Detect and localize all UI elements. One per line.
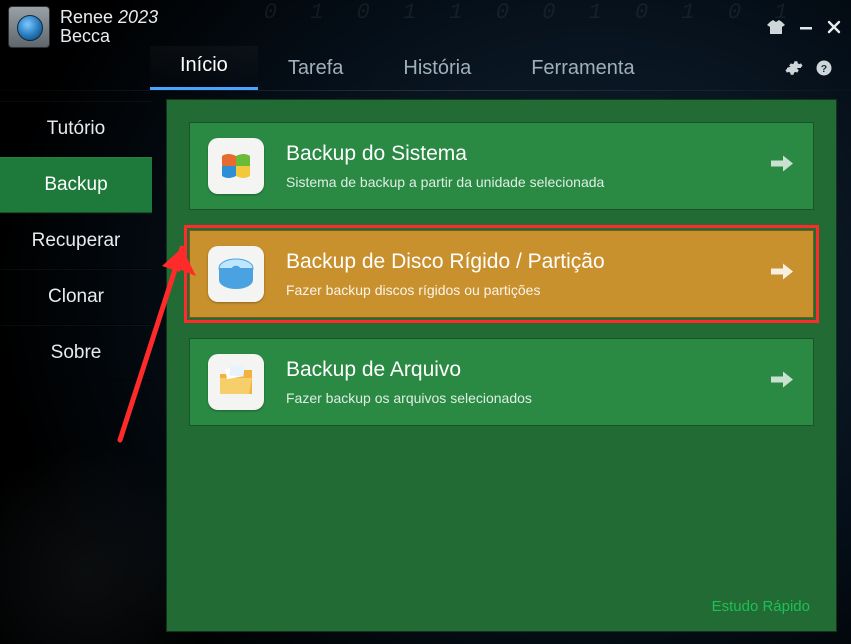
quick-study-link[interactable]: Estudo Rápido [708,592,814,617]
tab-ferramenta[interactable]: Ferramenta [501,49,664,90]
card-disk-title: Backup de Disco Rígido / Partição [286,250,605,274]
card-file-subtitle: Fazer backup os arquivos selecionados [286,390,532,406]
window-controls [767,20,841,34]
tab-tarefa[interactable]: Tarefa [258,49,374,90]
minimize-icon[interactable] [799,20,813,34]
sidebar: Tutório Backup Recuperar Clonar Sobre [0,91,152,644]
card-system-backup[interactable]: Backup do Sistema Sistema de backup a pa… [189,122,814,210]
body: Tutório Backup Recuperar Clonar Sobre [0,91,851,644]
help-icon[interactable]: ? [815,59,833,82]
sidebar-item-tutorio[interactable]: Tutório [0,101,152,157]
sidebar-item-recuperar[interactable]: Recuperar [0,213,152,269]
folder-icon [208,354,264,410]
app-title-sub: Becca [60,27,158,46]
card-system-title: Backup do Sistema [286,142,604,166]
app-window: 0 1 0 1 1 0 0 1 0 1 0 1 1 0 1 0 0 1 0 1 … [0,0,851,644]
close-icon[interactable] [827,20,841,34]
arrow-right-icon [771,155,793,178]
sidebar-item-clonar[interactable]: Clonar [0,269,152,325]
card-file-title: Backup de Arquivo [286,358,532,382]
tab-inicio[interactable]: Início [150,46,258,90]
main-panel: Backup do Sistema Sistema de backup a pa… [166,99,837,632]
sidebar-item-backup[interactable]: Backup [0,157,152,213]
hard-disk-icon [208,246,264,302]
card-disk-subtitle: Fazer backup discos rígidos ou partições [286,282,605,298]
app-title-prefix: Renee [60,7,118,27]
tab-historia[interactable]: História [373,49,501,90]
app-logo-icon [8,6,50,48]
gear-icon[interactable] [785,59,803,82]
windows-flag-icon [208,138,264,194]
arrow-right-icon [771,371,793,394]
app-title: Renee 2023 Becca [60,8,158,46]
top-tabs: Início Tarefa História Ferramenta ? [0,50,851,90]
arrow-right-icon [771,263,793,286]
app-title-year: 2023 [118,7,158,27]
card-file-backup[interactable]: Backup de Arquivo Fazer backup os arquiv… [189,338,814,426]
card-system-subtitle: Sistema de backup a partir da unidade se… [286,174,604,190]
skin-icon[interactable] [767,20,785,34]
svg-text:?: ? [821,63,827,75]
titlebar: Renee 2023 Becca [0,0,851,50]
sidebar-item-sobre[interactable]: Sobre [0,325,152,381]
card-disk-backup[interactable]: Backup de Disco Rígido / Partição Fazer … [189,230,814,318]
